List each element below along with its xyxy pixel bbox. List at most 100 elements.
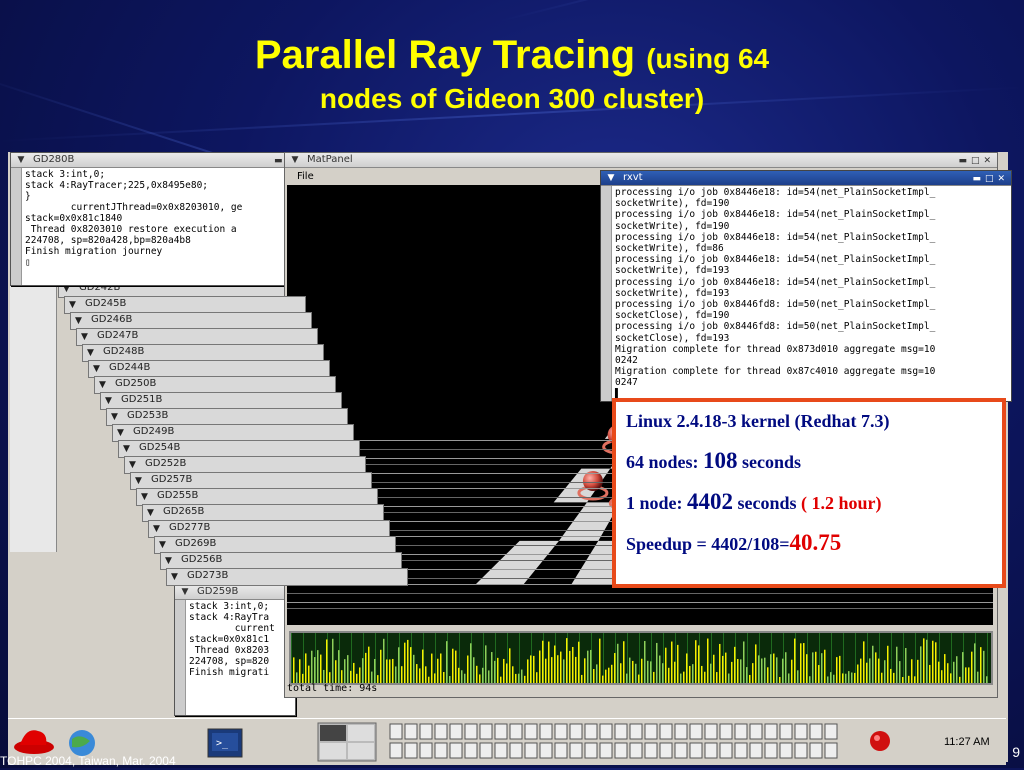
terminal-launcher-icon[interactable]: >_ [207, 728, 243, 758]
task-button[interactable] [674, 742, 688, 759]
task-button[interactable] [719, 742, 733, 759]
window-menu-icon[interactable]: ▼ [75, 314, 82, 328]
task-button[interactable] [509, 723, 523, 740]
window-menu-icon[interactable]: ▼ [135, 474, 142, 488]
scrollbar[interactable] [11, 168, 22, 285]
task-button[interactable] [644, 742, 658, 759]
task-button[interactable] [689, 723, 703, 740]
task-button[interactable] [494, 723, 508, 740]
task-button[interactable] [644, 723, 658, 740]
task-button[interactable] [734, 742, 748, 759]
window-menu-icon[interactable]: ▼ [99, 378, 106, 392]
task-button[interactable] [509, 742, 523, 759]
task-button[interactable] [584, 742, 598, 759]
red-orb-icon[interactable] [870, 731, 890, 751]
window-menu-icon[interactable]: ▼ [111, 410, 118, 424]
task-button[interactable] [404, 742, 418, 759]
task-button[interactable] [554, 723, 568, 740]
window-titlebar[interactable]: ▼ GD280B ▬□ [11, 153, 301, 168]
task-button[interactable] [794, 723, 808, 740]
workspace-pager[interactable] [317, 722, 377, 762]
task-button[interactable] [449, 742, 463, 759]
task-button[interactable] [824, 723, 838, 740]
task-button[interactable] [584, 723, 598, 740]
window-menu-icon[interactable]: ▼ [123, 442, 130, 456]
task-button[interactable] [764, 742, 778, 759]
browser-globe-icon[interactable] [69, 730, 95, 756]
task-button[interactable] [434, 723, 448, 740]
task-button[interactable] [659, 742, 673, 759]
task-button[interactable] [614, 723, 628, 740]
task-button[interactable] [614, 742, 628, 759]
task-button[interactable] [689, 742, 703, 759]
window-menu-icon[interactable]: ▼ [15, 154, 27, 166]
window-menu-icon[interactable]: ▼ [147, 506, 154, 520]
window-menu-icon[interactable]: ▼ [289, 154, 301, 166]
task-button[interactable] [389, 742, 403, 759]
task-button[interactable] [809, 742, 823, 759]
window-titlebar[interactable]: ▼ GD259B [175, 585, 295, 600]
window-menu-icon[interactable]: ▼ [165, 554, 172, 568]
task-button[interactable] [704, 723, 718, 740]
task-button[interactable] [554, 742, 568, 759]
window-menu-icon[interactable]: ▼ [171, 570, 178, 584]
task-button[interactable] [674, 723, 688, 740]
task-button[interactable] [389, 723, 403, 740]
rxvt-terminal-window[interactable]: ▼ rxvt ▬□✕ processing i/o job 0x8446e18:… [600, 170, 1012, 402]
task-button[interactable] [749, 723, 763, 740]
task-button[interactable] [779, 742, 793, 759]
window-menu-icon[interactable]: ▼ [179, 586, 191, 598]
task-button[interactable] [404, 723, 418, 740]
task-button[interactable] [539, 742, 553, 759]
task-button[interactable] [659, 723, 673, 740]
window-controls-icon[interactable]: ▬□✕ [958, 154, 995, 168]
task-button[interactable] [479, 723, 493, 740]
front-terminal-window[interactable]: ▼ GD280B ▬□ stack 3:int,0;stack 4:RayTra… [10, 152, 302, 286]
task-button[interactable] [449, 723, 463, 740]
task-button[interactable] [749, 742, 763, 759]
task-button[interactable] [524, 723, 538, 740]
window-menu-icon[interactable]: ▼ [81, 330, 88, 344]
task-button[interactable] [599, 723, 613, 740]
task-button[interactable] [569, 742, 583, 759]
task-button[interactable] [629, 723, 643, 740]
window-menu-icon[interactable]: ▼ [153, 522, 160, 536]
task-button[interactable] [464, 723, 478, 740]
window-menu-icon[interactable]: ▼ [141, 490, 148, 504]
task-button[interactable] [479, 742, 493, 759]
window-menu-icon[interactable]: ▼ [93, 362, 100, 376]
scrollbar[interactable] [601, 186, 612, 401]
redhat-icon[interactable] [14, 730, 54, 754]
window-menu-icon[interactable]: ▼ [117, 426, 124, 440]
task-button[interactable] [764, 723, 778, 740]
window-controls-icon[interactable]: ▬□✕ [972, 172, 1009, 186]
window-menu-icon[interactable]: ▼ [69, 298, 76, 312]
task-button[interactable] [629, 742, 643, 759]
window-titlebar[interactable]: ▼ rxvt ▬□✕ [601, 171, 1011, 186]
stacked-window[interactable]: ▼ GD273B [166, 568, 408, 586]
window-menu-icon[interactable]: ▼ [159, 538, 166, 552]
scrollbar[interactable] [175, 600, 186, 715]
task-button[interactable] [824, 742, 838, 759]
bottom-terminal-window[interactable]: ▼ GD259B stack 3:int,0; stack 4:RayTra cu… [174, 584, 296, 716]
task-list[interactable] [389, 723, 838, 759]
window-menu-icon[interactable]: ▼ [605, 172, 617, 184]
task-button[interactable] [779, 723, 793, 740]
task-button[interactable] [809, 723, 823, 740]
task-button[interactable] [794, 742, 808, 759]
task-button[interactable] [494, 742, 508, 759]
task-button[interactable] [419, 742, 433, 759]
task-button[interactable] [569, 723, 583, 740]
task-button[interactable] [434, 742, 448, 759]
task-button[interactable] [539, 723, 553, 740]
window-menu-icon[interactable]: ▼ [87, 346, 94, 360]
window-titlebar[interactable]: ▼ MatPanel ▬□✕ [285, 153, 997, 168]
task-button[interactable] [524, 742, 538, 759]
menu-file[interactable]: File [297, 171, 314, 182]
window-menu-icon[interactable]: ▼ [129, 458, 136, 472]
task-button[interactable] [734, 723, 748, 740]
task-button[interactable] [704, 742, 718, 759]
task-button[interactable] [719, 723, 733, 740]
window-menu-icon[interactable]: ▼ [105, 394, 112, 408]
task-button[interactable] [599, 742, 613, 759]
